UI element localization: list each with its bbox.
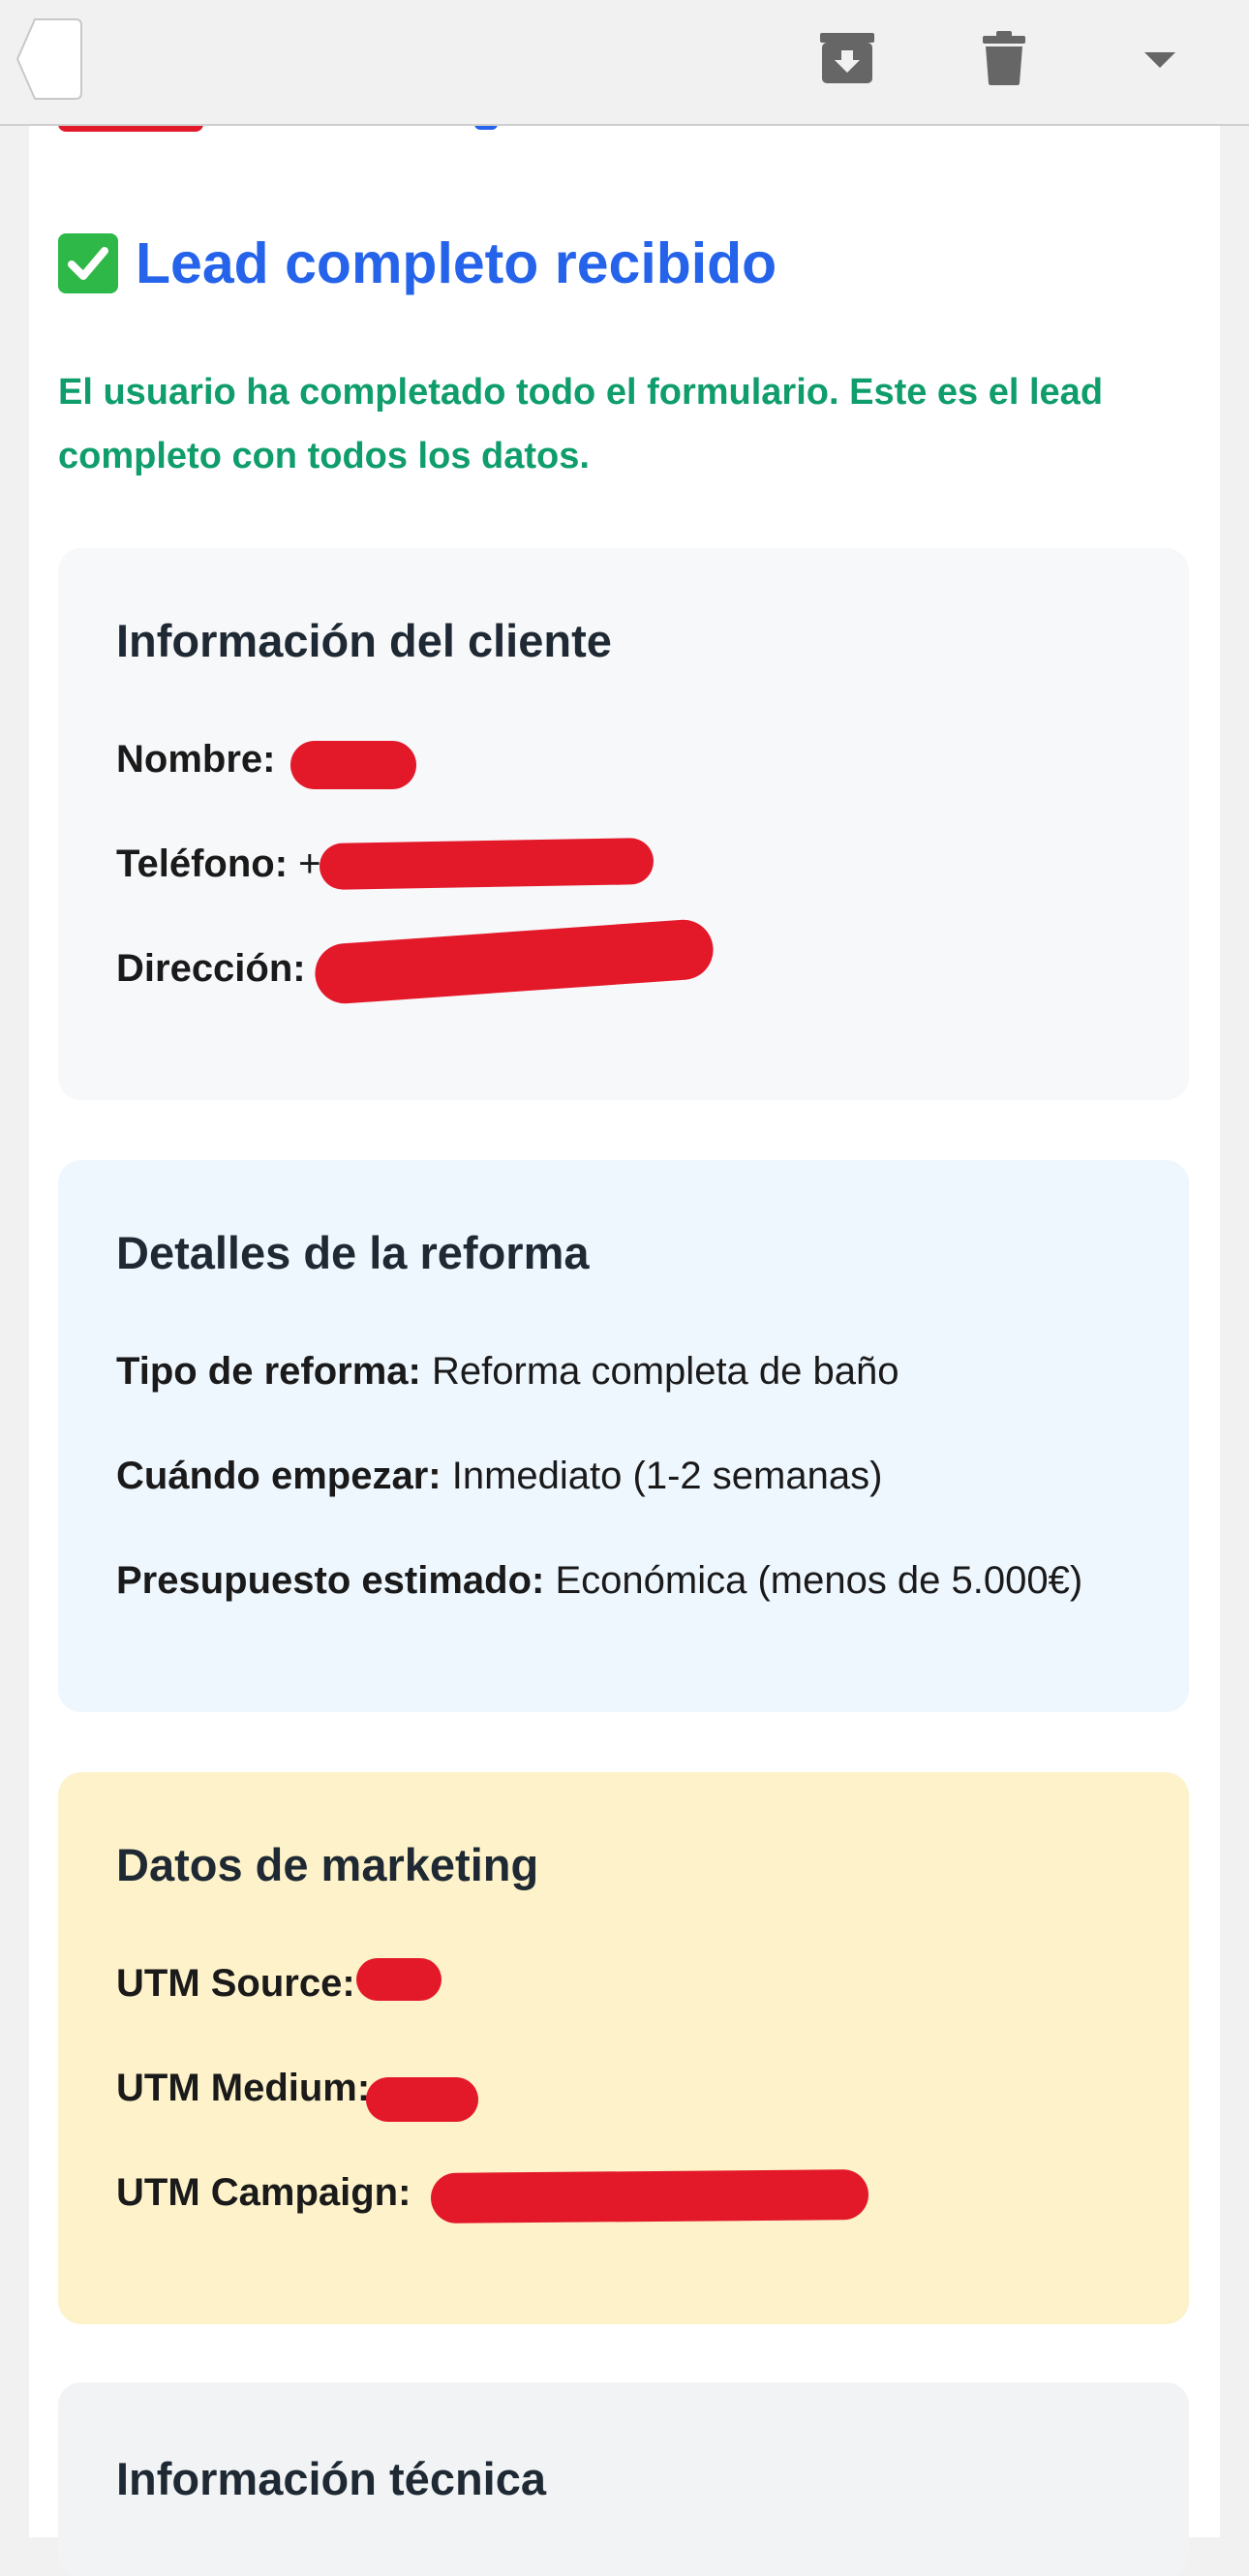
reform-type-row: Tipo de reforma: Reforma completa de bañ… [116,1350,899,1394]
field-label: UTM Campaign: [116,2171,411,2214]
utm-source-row: UTM Source: [116,1962,355,2006]
email-heading: Lead completo recibido [58,225,777,302]
field-label: Teléfono: [116,843,289,885]
field-label: UTM Source: [116,1962,355,2005]
field-label: Tipo de reforma: [116,1350,421,1393]
field-value: Inmediato (1-2 semanas) [451,1455,883,1497]
budget-row: Presupuesto estimado: Económica (menos d… [116,1559,1082,1603]
field-value: Reforma completa de baño [432,1350,899,1393]
section-title: Información técnica [116,2453,546,2504]
client-address-row: Dirección: [116,947,306,991]
technical-info-section: Información técnica [58,2382,1189,2576]
field-label: Nombre: [116,738,276,781]
client-name-row: Nombre: [116,738,275,782]
utm-campaign-row: UTM Campaign: [116,2171,411,2215]
field-value: Económica (menos de 5.000€) [555,1559,1083,1602]
utm-medium-row: UTM Medium: [116,2067,370,2110]
chevron-down-icon[interactable] [1142,50,1177,75]
start-date-row: Cuándo empezar: Inmediato (1-2 semanas) [116,1455,882,1498]
section-title: Detalles de la reforma [116,1227,590,1278]
field-label: Presupuesto estimado: [116,1559,545,1602]
app-toolbar [0,0,1249,126]
field-label: Dirección: [116,947,306,990]
field-label: Cuándo empezar: [116,1455,442,1497]
marketing-section: Datos de marketing UTM Source: UTM Mediu… [58,1772,1189,2324]
redaction-mark [319,837,655,891]
field-label: UTM Medium: [116,2067,371,2109]
section-title: Datos de marketing [116,1839,539,1890]
redaction-mark [356,1958,442,2001]
email-title: Lead completo recibido [136,230,777,295]
back-arrow-icon[interactable] [15,17,83,101]
section-title: Información del cliente [116,615,612,666]
trash-icon[interactable] [983,29,1025,92]
client-phone-row: Teléfono: + [116,843,321,886]
intro-text: El usuario ha completado todo el formula… [58,372,1104,476]
archive-icon[interactable] [818,29,876,92]
check-mark-icon [58,233,118,293]
reform-details-section: Detalles de la reforma Tipo de reforma: … [58,1160,1189,1712]
client-info-section: Información del cliente Nombre: Teléfono… [58,548,1189,1100]
field-value: + [298,843,321,885]
redaction-mark [430,2169,869,2223]
redaction-mark [290,741,416,789]
redaction-mark [366,2077,478,2122]
